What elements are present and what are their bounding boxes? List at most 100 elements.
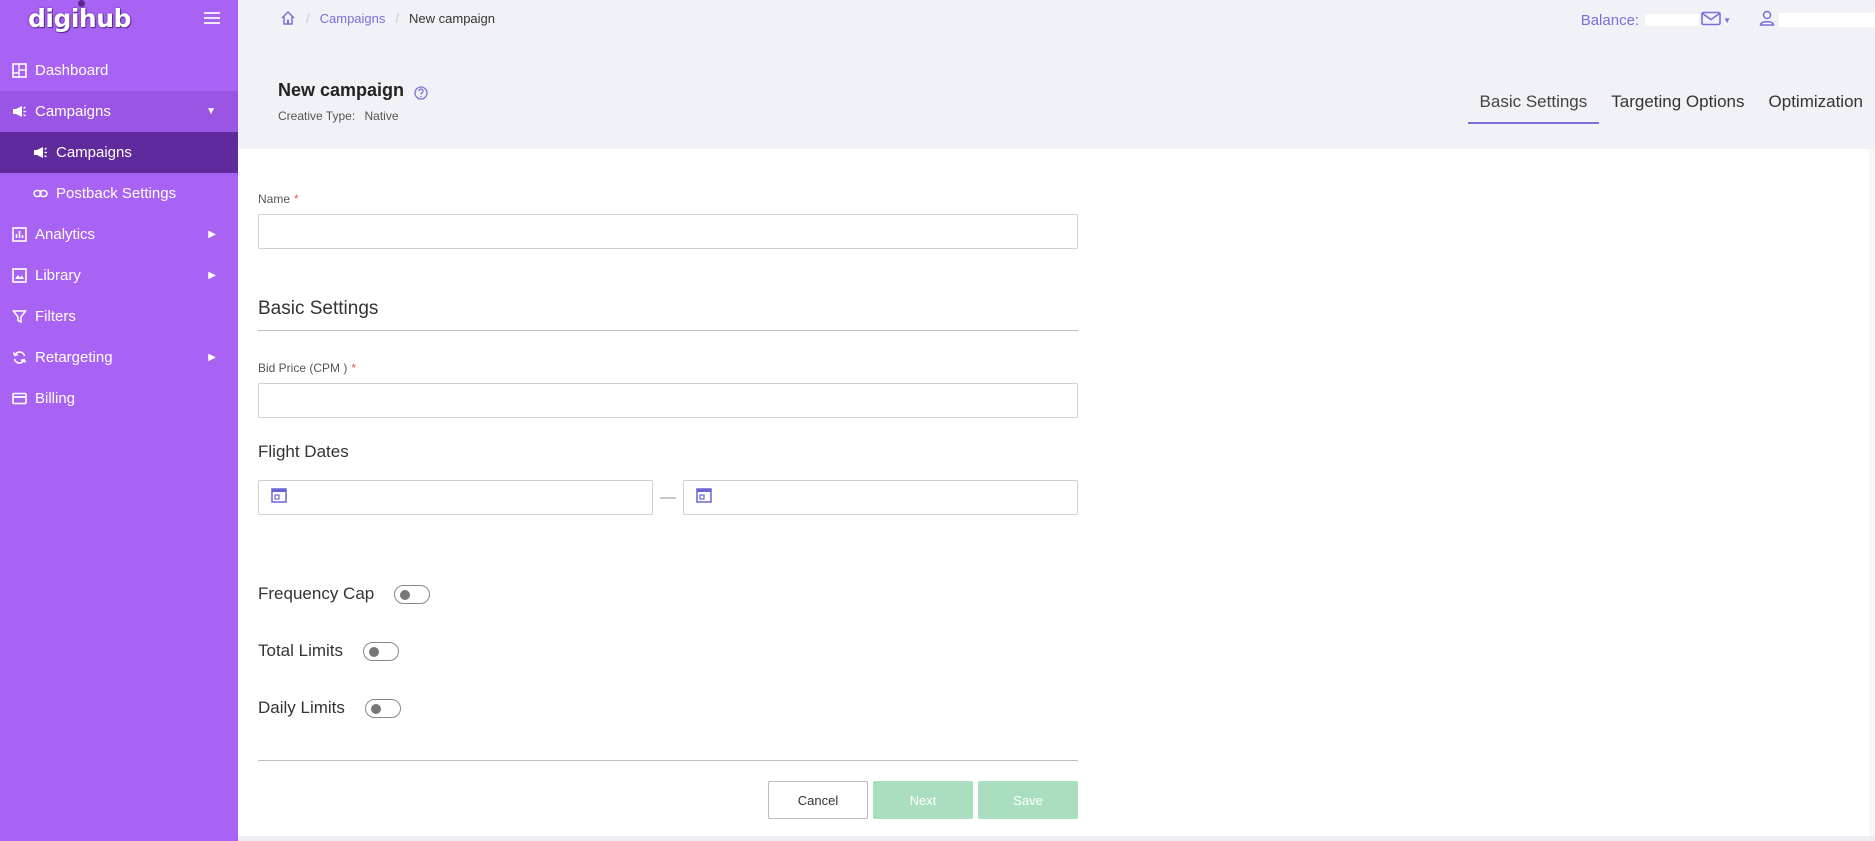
image-icon xyxy=(12,268,27,283)
dashboard-icon xyxy=(12,63,27,78)
megaphone-icon xyxy=(33,145,48,160)
home-icon[interactable] xyxy=(280,10,296,26)
cancel-button[interactable]: Cancel xyxy=(768,781,868,819)
name-label: Name * xyxy=(258,192,1078,206)
daily-limits-label: Daily Limits xyxy=(258,698,345,717)
tab-targeting-options[interactable]: Targeting Options xyxy=(1599,84,1756,124)
bid-price-input[interactable] xyxy=(258,383,1078,418)
sidebar-item-billing[interactable]: Billing xyxy=(0,378,238,419)
chart-icon xyxy=(12,227,27,242)
footer-divider xyxy=(258,760,1078,761)
creative-type-label: Creative Type: xyxy=(278,109,356,123)
bottom-bar xyxy=(238,836,1875,841)
filter-icon xyxy=(12,309,27,324)
card-icon xyxy=(12,391,27,406)
caret-down-icon: ▼ xyxy=(206,106,216,117)
logo-dot xyxy=(78,0,85,7)
mail-icon xyxy=(1701,11,1721,30)
caret-right-icon: ▶ xyxy=(208,352,216,363)
sidebar-item-campaigns-group[interactable]: Campaigns ▼ xyxy=(0,91,238,132)
sidebar-item-label: Campaigns xyxy=(35,103,111,120)
megaphone-icon xyxy=(12,104,27,119)
messages-button[interactable]: ▼ xyxy=(1701,11,1731,30)
toggle-knob xyxy=(369,646,380,657)
toggle-knob xyxy=(370,703,381,714)
caret-right-icon: ▶ xyxy=(208,270,216,281)
user-menu[interactable] xyxy=(1759,10,1875,30)
sidebar-item-label: Library xyxy=(35,267,81,284)
save-button[interactable]: Save xyxy=(978,781,1078,819)
daily-limits-toggle[interactable] xyxy=(364,698,401,718)
link-icon xyxy=(33,186,48,201)
basic-settings-title: Basic Settings xyxy=(258,298,379,319)
user-name xyxy=(1779,13,1875,27)
creative-type-value: Native xyxy=(364,109,399,123)
sidebar-item-label: Analytics xyxy=(35,226,96,243)
sidebar-item-postback-settings[interactable]: Postback Settings xyxy=(0,173,238,214)
logo-row: digihub xyxy=(0,0,238,50)
sidebar-item-label: Dashboard xyxy=(35,62,109,79)
breadcrumb-campaigns-link[interactable]: Campaigns xyxy=(320,11,386,26)
help-icon[interactable] xyxy=(414,84,428,100)
chevron-down-icon: ▼ xyxy=(1723,15,1731,25)
tabs: Basic Settings Targeting Options Optimiz… xyxy=(1467,84,1875,124)
caret-right-icon: ▶ xyxy=(208,229,216,240)
breadcrumb-separator: / xyxy=(306,10,310,26)
frequency-cap-toggle[interactable] xyxy=(394,584,431,604)
sidebar-item-filters[interactable]: Filters xyxy=(0,296,238,337)
refresh-icon xyxy=(12,350,27,365)
toggle-knob xyxy=(400,589,411,600)
page-header: / Campaigns / New campaign Balance: ▼ Ne… xyxy=(238,0,1875,149)
sidebar-item-label: Retargeting xyxy=(35,349,113,366)
balance-label: Balance: xyxy=(1580,11,1640,29)
calendar-icon xyxy=(696,487,712,508)
page-title-text: New campaign xyxy=(278,80,405,100)
end-date-input[interactable] xyxy=(683,480,1078,515)
bid-price-label-text: Bid Price (CPM ) xyxy=(258,361,348,375)
tab-basic-settings[interactable]: Basic Settings xyxy=(1467,84,1600,124)
title-block: New campaign Creative Type: Native xyxy=(278,80,428,123)
required-mark: * xyxy=(351,361,357,375)
tab-optimization[interactable]: Optimization xyxy=(1757,84,1875,124)
total-limits-row: Total Limits xyxy=(258,636,1078,666)
sidebar-item-library[interactable]: Library ▶ xyxy=(0,255,238,296)
balance-value xyxy=(1645,14,1700,26)
creative-type: Creative Type: Native xyxy=(278,109,428,123)
start-date-input[interactable] xyxy=(258,480,653,515)
topbar-right: Balance: ▼ xyxy=(1581,10,1875,30)
flight-dates-label: Flight Dates xyxy=(258,442,349,461)
name-input[interactable] xyxy=(258,214,1078,249)
page-title: New campaign xyxy=(278,80,428,101)
sidebar-item-label: Campaigns xyxy=(56,144,132,161)
breadcrumb: / Campaigns / New campaign xyxy=(280,10,495,26)
sidebar-item-label: Billing xyxy=(35,390,76,407)
breadcrumb-separator: / xyxy=(395,10,400,26)
sidebar: digihub Dashboard Campaigns ▼ Campaigns … xyxy=(0,0,238,841)
next-button[interactable]: Next xyxy=(873,781,973,819)
form-actions: Cancel Next Save xyxy=(258,781,1078,819)
total-limits-toggle[interactable] xyxy=(363,641,400,661)
bid-price-label: Bid Price (CPM ) * xyxy=(258,361,1078,375)
name-label-text: Name xyxy=(258,192,291,206)
sidebar-item-retargeting[interactable]: Retargeting ▶ xyxy=(0,337,238,378)
section-divider xyxy=(258,330,1078,331)
required-mark: * xyxy=(294,192,299,206)
calendar-icon xyxy=(271,487,287,508)
logo[interactable]: digihub xyxy=(28,4,131,33)
campaign-form: Name * Basic Settings Bid Price (CPM ) * F… xyxy=(258,149,1078,819)
sidebar-item-label: Filters xyxy=(35,308,76,325)
breadcrumb-current: New campaign xyxy=(409,10,496,26)
date-range-separator: — xyxy=(660,488,676,506)
sidebar-item-campaigns[interactable]: Campaigns xyxy=(0,132,238,173)
daily-limits-row: Daily Limits xyxy=(258,693,1078,723)
sidebar-item-analytics[interactable]: Analytics ▶ xyxy=(0,214,238,255)
sidebar-item-dashboard[interactable]: Dashboard xyxy=(0,50,238,91)
total-limits-label: Total Limits xyxy=(258,641,344,660)
flight-dates-row: — xyxy=(258,480,1078,515)
frequency-cap-label: Frequency Cap xyxy=(258,584,375,603)
menu-toggle-icon[interactable] xyxy=(204,12,220,26)
user-icon xyxy=(1759,10,1775,30)
sidebar-item-label: Postback Settings xyxy=(56,185,177,202)
scrollbar[interactable] xyxy=(1869,149,1875,836)
frequency-cap-row: Frequency Cap xyxy=(258,579,1078,609)
